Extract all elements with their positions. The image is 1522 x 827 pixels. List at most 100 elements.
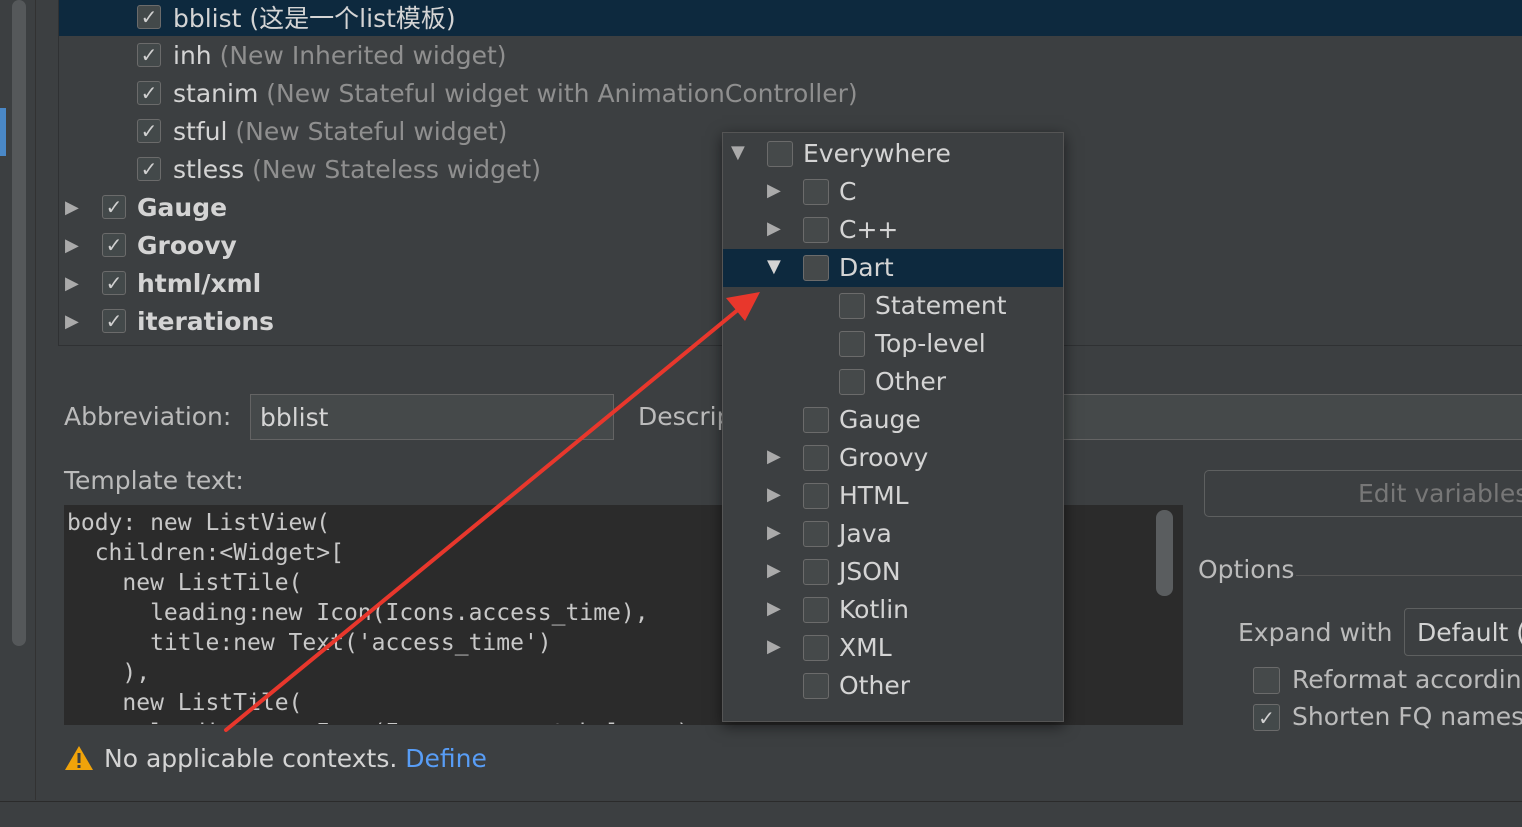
template-checkbox[interactable]: ✓ (137, 157, 161, 181)
group-checkbox[interactable]: ✓ (102, 233, 126, 257)
expand-arrow-icon[interactable]: ▶ (65, 235, 79, 256)
collapsed-arrow-icon[interactable]: ▶ (767, 522, 781, 543)
template-text-label: Template text: (64, 466, 244, 495)
expand-with-value: Default ( (1417, 617, 1522, 647)
context-checkbox[interactable] (803, 217, 829, 243)
collapsed-arrow-icon[interactable]: ▶ (767, 218, 781, 239)
expand-with-label: Expand with (1238, 618, 1393, 647)
context-item-other[interactable]: Other (723, 667, 1063, 705)
context-label: JSON (839, 557, 901, 586)
expand-arrow-icon[interactable]: ▶ (65, 197, 79, 218)
group-checkbox[interactable]: ✓ (102, 309, 126, 333)
context-label: Groovy (839, 443, 929, 472)
context-item-dart[interactable]: ▼ Dart (723, 249, 1063, 287)
template-row-bblist[interactable]: ✓ bblist (这是一个list模板) (59, 0, 1522, 36)
context-label: Other (839, 671, 910, 700)
context-label: C (839, 177, 857, 206)
context-item-dart-top-level[interactable]: Top-level (723, 325, 1063, 363)
collapsed-arrow-icon[interactable]: ▶ (767, 598, 781, 619)
context-label: Everywhere (803, 139, 951, 168)
collapsed-arrow-icon[interactable]: ▶ (767, 484, 781, 505)
context-checkbox[interactable] (767, 141, 793, 167)
group-label: html/xml (137, 268, 262, 298)
template-row-label: stful (New Stateful widget) (173, 116, 508, 146)
context-label: XML (839, 633, 892, 662)
shorten-fq-checkbox[interactable]: ✓ (1253, 704, 1280, 731)
context-checkbox[interactable] (803, 179, 829, 205)
warning-text: No applicable contexts. (104, 744, 398, 773)
edit-variables-label: Edit variables (1358, 479, 1522, 508)
context-item-gauge[interactable]: Gauge (723, 401, 1063, 439)
context-checkbox[interactable] (839, 369, 865, 395)
context-item-json[interactable]: ▶ JSON (723, 553, 1063, 591)
context-checkbox[interactable] (839, 293, 865, 319)
template-row-label: stanim (New Stateful widget with Animati… (173, 78, 858, 108)
context-item-xml[interactable]: ▶ XML (723, 629, 1063, 667)
context-item-kotlin[interactable]: ▶ Kotlin (723, 591, 1063, 629)
context-checkbox[interactable] (803, 255, 829, 281)
collapsed-arrow-icon[interactable]: ▶ (767, 560, 781, 581)
context-item-java[interactable]: ▶ Java (723, 515, 1063, 553)
expanded-arrow-icon[interactable]: ▼ (767, 256, 781, 277)
left-selection-accent (0, 108, 6, 156)
context-checkbox[interactable] (803, 635, 829, 661)
warning-message: No applicable contexts. Define (104, 744, 487, 773)
collapsed-arrow-icon[interactable]: ▶ (767, 446, 781, 467)
context-label: Java (839, 519, 892, 548)
context-checkbox[interactable] (803, 559, 829, 585)
context-checkbox[interactable] (803, 407, 829, 433)
template-checkbox[interactable]: ✓ (137, 119, 161, 143)
expand-arrow-icon[interactable]: ▶ (65, 311, 79, 332)
context-label: C++ (839, 215, 899, 244)
context-checkbox[interactable] (803, 483, 829, 509)
context-checkbox[interactable] (803, 673, 829, 699)
expand-with-select[interactable]: Default ( (1404, 608, 1522, 656)
template-row-inh[interactable]: ✓ inh (New Inherited widget) (59, 36, 1522, 74)
expand-arrow-icon[interactable]: ▶ (65, 273, 79, 294)
template-row-label: stless (New Stateless widget) (173, 154, 541, 184)
group-label: iterations (137, 306, 275, 336)
context-item-html[interactable]: ▶ HTML (723, 477, 1063, 515)
options-label: Options (1198, 555, 1295, 584)
template-checkbox[interactable]: ✓ (137, 81, 161, 105)
group-label: Groovy (137, 230, 237, 260)
context-label: Top-level (875, 329, 986, 358)
context-checkbox[interactable] (839, 331, 865, 357)
context-item-cpp[interactable]: ▶ C++ (723, 211, 1063, 249)
template-row-label: inh (New Inherited widget) (173, 40, 507, 70)
group-label: Gauge (137, 192, 228, 222)
expanded-arrow-icon[interactable]: ▼ (731, 142, 745, 163)
template-checkbox[interactable]: ✓ (137, 5, 161, 29)
context-item-everywhere[interactable]: ▼ Everywhere (723, 135, 1063, 173)
editor-scrollbar[interactable] (1156, 510, 1173, 596)
options-divider (1296, 575, 1522, 576)
context-label: Kotlin (839, 595, 909, 624)
context-checkbox[interactable] (803, 521, 829, 547)
bottom-bar (0, 801, 1522, 827)
context-checkbox[interactable] (803, 445, 829, 471)
collapsed-arrow-icon[interactable]: ▶ (767, 180, 781, 201)
abbreviation-input[interactable]: bblist (250, 394, 614, 440)
context-label: Dart (839, 253, 894, 282)
edit-variables-button[interactable]: Edit variables (1204, 470, 1522, 517)
context-item-groovy[interactable]: ▶ Groovy (723, 439, 1063, 477)
template-checkbox[interactable]: ✓ (137, 43, 161, 67)
template-row-stanim[interactable]: ✓ stanim (New Stateful widget with Anima… (59, 74, 1522, 112)
context-item-dart-other[interactable]: Other (723, 363, 1063, 401)
reformat-checkbox[interactable] (1253, 667, 1280, 694)
group-checkbox[interactable]: ✓ (102, 271, 126, 295)
context-item-c[interactable]: ▶ C (723, 173, 1063, 211)
context-item-dart-statement[interactable]: Statement (723, 287, 1063, 325)
warning-icon (64, 744, 94, 778)
description-input[interactable] (1062, 394, 1522, 440)
context-checkbox[interactable] (803, 597, 829, 623)
abbreviation-label: Abbreviation: (64, 402, 232, 431)
description-label: Descrip (638, 402, 733, 431)
context-label: Gauge (839, 405, 921, 434)
define-link[interactable]: Define (405, 744, 487, 773)
left-scrollbar[interactable] (12, 0, 26, 646)
collapsed-arrow-icon[interactable]: ▶ (767, 636, 781, 657)
context-label: HTML (839, 481, 909, 510)
group-checkbox[interactable]: ✓ (102, 195, 126, 219)
shorten-fq-label: Shorten FQ names (1292, 702, 1522, 731)
